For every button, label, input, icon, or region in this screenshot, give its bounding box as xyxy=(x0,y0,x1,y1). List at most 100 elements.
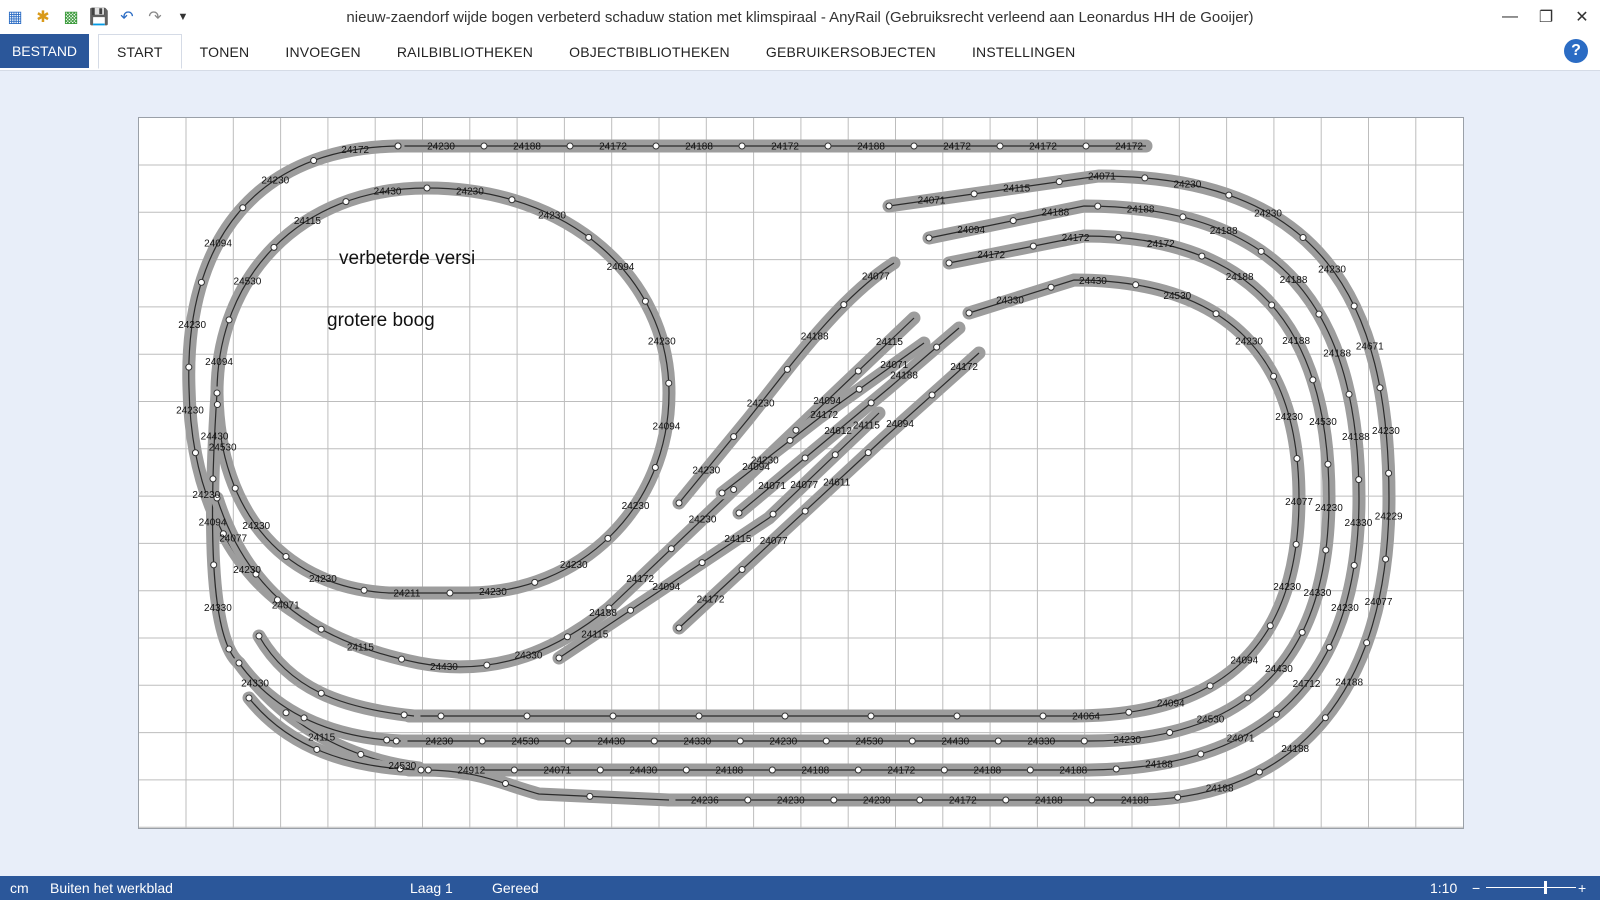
track-joint xyxy=(945,259,953,267)
track-joint xyxy=(1132,281,1140,289)
track-piece-label: 24230 xyxy=(1254,208,1282,219)
track-plan[interactable]: 24230 24188 24172 24188 24172 24188 24172 24172… xyxy=(139,118,1463,828)
track-joint xyxy=(783,365,791,373)
track-piece-label: 24430 xyxy=(430,662,458,673)
track-joint xyxy=(627,606,635,614)
zoom-slider-thumb[interactable] xyxy=(1544,881,1547,894)
track-piece-label: 24071 xyxy=(758,481,786,492)
track-joint xyxy=(480,142,488,150)
track-piece-label: 24188 xyxy=(1206,784,1234,795)
track-piece-label: 24188 xyxy=(857,142,885,153)
track-joint xyxy=(830,796,838,804)
track-joint xyxy=(1225,191,1233,199)
track-piece-label: 24230 xyxy=(692,465,720,476)
tab-bestand[interactable]: BESTAND xyxy=(0,34,89,68)
track-joint xyxy=(1212,310,1220,318)
track-piece-label: 24430 xyxy=(1079,276,1107,287)
zoom-in-button[interactable]: + xyxy=(1578,880,1586,896)
track-joint xyxy=(563,633,571,641)
tab-invoegen[interactable]: INVOEGEN xyxy=(267,34,379,70)
track-joint xyxy=(1114,233,1122,241)
track-piece-label: 24330 xyxy=(204,603,232,614)
restore-icon[interactable]: ❐ xyxy=(1528,0,1564,34)
track-bed[interactable] xyxy=(387,229,1336,748)
track-piece-label: 24172 xyxy=(977,250,1005,261)
track-piece-label: 24188 xyxy=(890,371,918,382)
track-bed[interactable] xyxy=(232,656,408,748)
track-piece-label: 24077 xyxy=(1365,597,1393,608)
track-piece-label: 24071 xyxy=(1088,172,1116,183)
track-piece-label: 24430 xyxy=(1265,664,1293,675)
tab-railbibliotheken[interactable]: RAILBIBLIOTHEKEN xyxy=(379,34,551,70)
track-piece-label: 24330 xyxy=(241,679,269,690)
zoom-slider[interactable] xyxy=(1486,881,1576,894)
track-joint xyxy=(1197,750,1205,758)
track-piece-label: 24094 xyxy=(653,422,681,433)
annotation-improved-version[interactable]: verbeterde versi xyxy=(339,248,475,269)
tracks[interactable] xyxy=(182,139,1396,807)
track-joint xyxy=(197,278,205,286)
layout-canvas[interactable]: 24230 24188 24172 24188 24172 24188 24172 24172… xyxy=(138,117,1464,829)
tab-start[interactable]: START xyxy=(98,34,182,69)
tab-gebruikersobjecten[interactable]: GEBRUIKERSOBJECTEN xyxy=(748,34,954,70)
track-piece-label: 24230 xyxy=(1273,582,1301,593)
track-piece-label: 24230 xyxy=(769,737,797,748)
track-joint xyxy=(566,142,574,150)
track-piece-label: 24094 xyxy=(205,357,233,368)
track-piece-label: 24530 xyxy=(388,761,416,772)
tab-strip: START TONEN INVOEGEN RAILBIBLIOTHEKEN OB… xyxy=(98,34,1094,70)
track-joint xyxy=(225,316,233,324)
track-piece-label: 24172 xyxy=(626,574,654,585)
track-piece-label: 24115 xyxy=(853,421,881,432)
track-joint xyxy=(213,389,221,397)
track-piece-label: 24064 xyxy=(1072,711,1100,722)
track-piece-label: 24530 xyxy=(1197,715,1225,726)
track-piece-label: 24188 xyxy=(1335,678,1363,689)
zoom-out-button[interactable]: − xyxy=(1472,880,1480,896)
track-joint xyxy=(1315,310,1323,318)
track-joint xyxy=(1002,796,1010,804)
track-piece-label: 24188 xyxy=(715,766,743,777)
track-piece-label: 24094 xyxy=(652,582,680,593)
track-joint xyxy=(925,234,933,242)
status-layer: Laag 1 xyxy=(410,880,453,896)
track-joint xyxy=(531,578,539,586)
tab-objectbibliotheken[interactable]: OBJECTBIBLIOTHEKEN xyxy=(551,34,748,70)
track-joint xyxy=(1039,712,1047,720)
track-piece-label: 24188 xyxy=(1280,275,1308,286)
track-piece-label: 24530 xyxy=(855,737,883,748)
track-piece-label: 24172 xyxy=(949,796,977,807)
track-joint xyxy=(437,712,445,720)
track-piece-label: 24115 xyxy=(347,642,375,653)
track-joint xyxy=(400,711,408,719)
track-piece-label: 24188 xyxy=(685,142,713,153)
annotation-bigger-curve[interactable]: grotere boog xyxy=(327,310,435,331)
track-joint xyxy=(744,796,752,804)
track-piece-label: 24230 xyxy=(1318,265,1346,276)
track-piece-label: 24430 xyxy=(629,766,657,777)
status-unit: cm xyxy=(10,880,29,896)
track-piece-label: 24230 xyxy=(1275,412,1303,423)
tab-instellingen[interactable]: INSTELLINGEN xyxy=(954,34,1094,70)
tab-tonen[interactable]: TONEN xyxy=(182,34,268,70)
track-joint xyxy=(651,464,659,472)
track-joint xyxy=(1309,376,1317,384)
help-icon[interactable]: ? xyxy=(1564,39,1588,63)
track-joint xyxy=(360,586,368,594)
track-joint xyxy=(446,589,454,597)
close-icon[interactable]: ✕ xyxy=(1564,0,1600,34)
track-piece-label: 24188 xyxy=(1323,349,1351,360)
track-piece-label: 24077 xyxy=(862,271,890,282)
track-joint xyxy=(596,766,604,774)
minimize-icon[interactable]: — xyxy=(1492,0,1528,34)
track-joint xyxy=(317,689,325,697)
track-piece-label: 24330 xyxy=(1304,588,1332,599)
track-piece-label: 24188 xyxy=(1145,760,1173,771)
track-piece-label: 24188 xyxy=(1342,432,1370,443)
track-joint xyxy=(650,737,658,745)
track-piece-label: 24094 xyxy=(1230,655,1258,666)
track-joint xyxy=(769,510,777,518)
track-joint xyxy=(424,766,432,774)
track-joint xyxy=(1255,768,1263,776)
track-joint xyxy=(501,780,509,788)
